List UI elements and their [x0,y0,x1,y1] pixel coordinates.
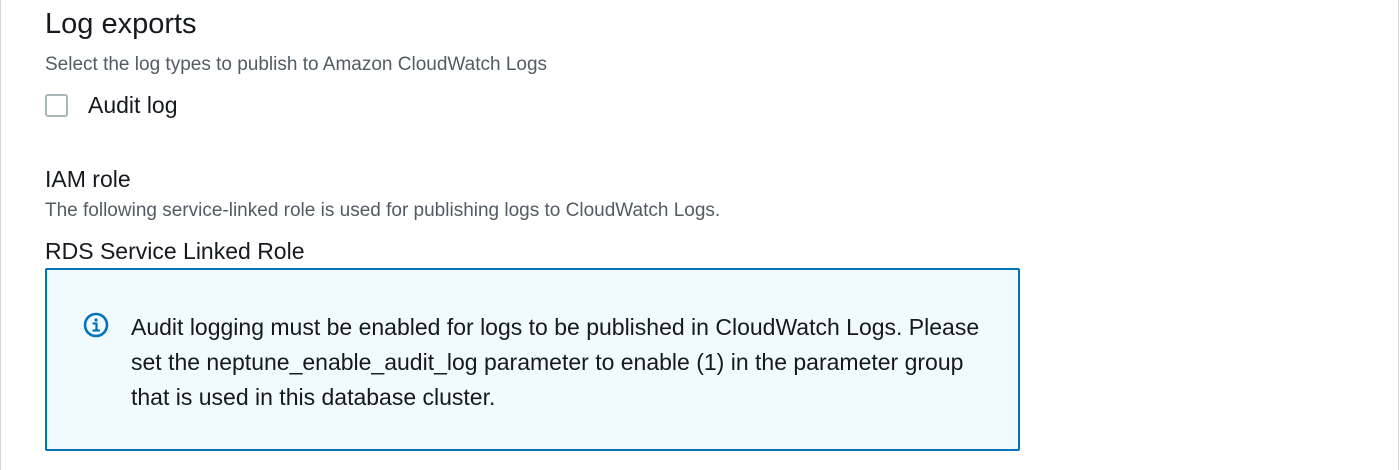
info-alert: Audit logging must be enabled for logs t… [45,268,1020,451]
iam-role-label: IAM role [45,166,131,192]
audit-log-checkbox[interactable] [45,93,68,117]
info-alert-message: Audit logging must be enabled for logs t… [131,314,980,410]
audit-log-option[interactable]: Audit log [45,90,178,120]
info-icon [83,312,109,338]
iam-role-description: The following service-linked role is use… [45,200,721,221]
section-description: Select the log types to publish to Amazo… [45,54,548,75]
section-title: Log exports [45,8,197,40]
iam-role-value: RDS Service Linked Role [45,238,305,264]
log-exports-panel: Log exports Select the log types to publ… [0,0,1399,470]
audit-log-label[interactable]: Audit log [88,90,178,120]
